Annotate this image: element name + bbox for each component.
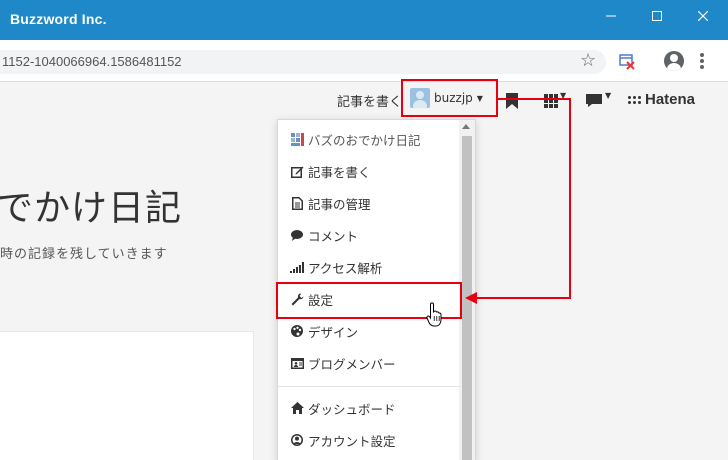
menu-item-blog-members[interactable]: ブログメンバー bbox=[278, 347, 460, 379]
menu-item-label: ダッシュボード bbox=[308, 401, 396, 417]
window-title-bar: Buzzword Inc. bbox=[0, 0, 728, 40]
hatena-mark-icon bbox=[628, 93, 642, 107]
maximize-icon bbox=[652, 11, 662, 21]
url-field[interactable]: 1152-1040066964.1586481152 bbox=[0, 50, 606, 74]
minimize-button[interactable] bbox=[588, 0, 634, 32]
menu-item-account-settings[interactable]: アカウント設定 bbox=[278, 424, 460, 456]
blog-icon bbox=[290, 132, 304, 146]
hand-cursor-icon bbox=[426, 302, 442, 327]
minimize-icon bbox=[606, 15, 616, 17]
palette-icon bbox=[290, 324, 304, 338]
browser-toolbar: 1152-1040066964.1586481152 ☆ bbox=[0, 40, 728, 82]
bookmark-icon[interactable] bbox=[506, 93, 518, 109]
signal-icon bbox=[290, 260, 304, 274]
menu-divider bbox=[278, 386, 460, 387]
page-content: でかけ日記 時の記録を残していきます 記事を書く buzzjp ▼ ▼ ▼ Ha… bbox=[0, 79, 728, 460]
menu-item-label: アカウント設定 bbox=[308, 433, 396, 449]
user-circle-icon bbox=[290, 433, 304, 447]
article-card bbox=[0, 331, 254, 460]
notification-comment-icon[interactable] bbox=[586, 94, 602, 107]
close-button[interactable] bbox=[680, 0, 726, 32]
menu-kebab-icon[interactable] bbox=[700, 53, 704, 69]
menu-item-manage-articles[interactable]: 記事の管理 bbox=[278, 187, 460, 219]
menu-item-write[interactable]: 記事を書く bbox=[278, 155, 460, 187]
menu-item-analytics[interactable]: アクセス解析 bbox=[278, 251, 460, 283]
scrollbar-thumb[interactable] bbox=[462, 136, 472, 460]
apps-grid-icon[interactable] bbox=[544, 94, 558, 108]
comment-icon bbox=[290, 228, 304, 242]
menu-item-label: バズのおでかけ日記 bbox=[308, 132, 421, 148]
bookmark-star-icon[interactable]: ☆ bbox=[580, 52, 596, 70]
menu-item-label: 記事を書く bbox=[308, 164, 371, 180]
menu-item-blog[interactable]: バズのおでかけ日記 bbox=[278, 123, 460, 155]
menu-item-comments[interactable]: コメント bbox=[278, 219, 460, 251]
menu-item-label: デザイン bbox=[308, 324, 359, 340]
write-article-link[interactable]: 記事を書く bbox=[337, 91, 402, 110]
blog-description: 時の記録を残していきます bbox=[0, 247, 168, 262]
hatena-logo-text: Hatena bbox=[645, 91, 696, 108]
document-icon bbox=[290, 196, 304, 210]
menu-item-label: アクセス解析 bbox=[308, 260, 383, 276]
caret-down-icon: ▼ bbox=[560, 91, 567, 100]
maximize-button[interactable] bbox=[634, 0, 680, 32]
scroll-up-arrow-icon[interactable] bbox=[462, 124, 470, 129]
profile-icon[interactable] bbox=[664, 51, 684, 71]
home-icon bbox=[290, 401, 304, 415]
menu-item-label: コメント bbox=[308, 228, 359, 244]
window-title: Buzzword Inc. bbox=[10, 11, 107, 27]
menu-item-label: 記事の管理 bbox=[308, 196, 371, 212]
blog-title[interactable]: でかけ日記 bbox=[0, 179, 182, 231]
extension-icon[interactable] bbox=[618, 52, 636, 70]
id-card-icon bbox=[290, 356, 304, 370]
hatena-logo[interactable]: Hatena bbox=[628, 91, 695, 108]
user-menu-highlight bbox=[401, 79, 498, 117]
menu-item-dashboard[interactable]: ダッシュボード bbox=[278, 392, 460, 424]
url-text: 1152-1040066964.1586481152 bbox=[2, 54, 182, 69]
close-icon bbox=[698, 11, 708, 21]
edit-icon bbox=[290, 164, 304, 178]
menu-item-label: ブログメンバー bbox=[308, 356, 396, 372]
caret-down-icon: ▼ bbox=[605, 91, 612, 100]
